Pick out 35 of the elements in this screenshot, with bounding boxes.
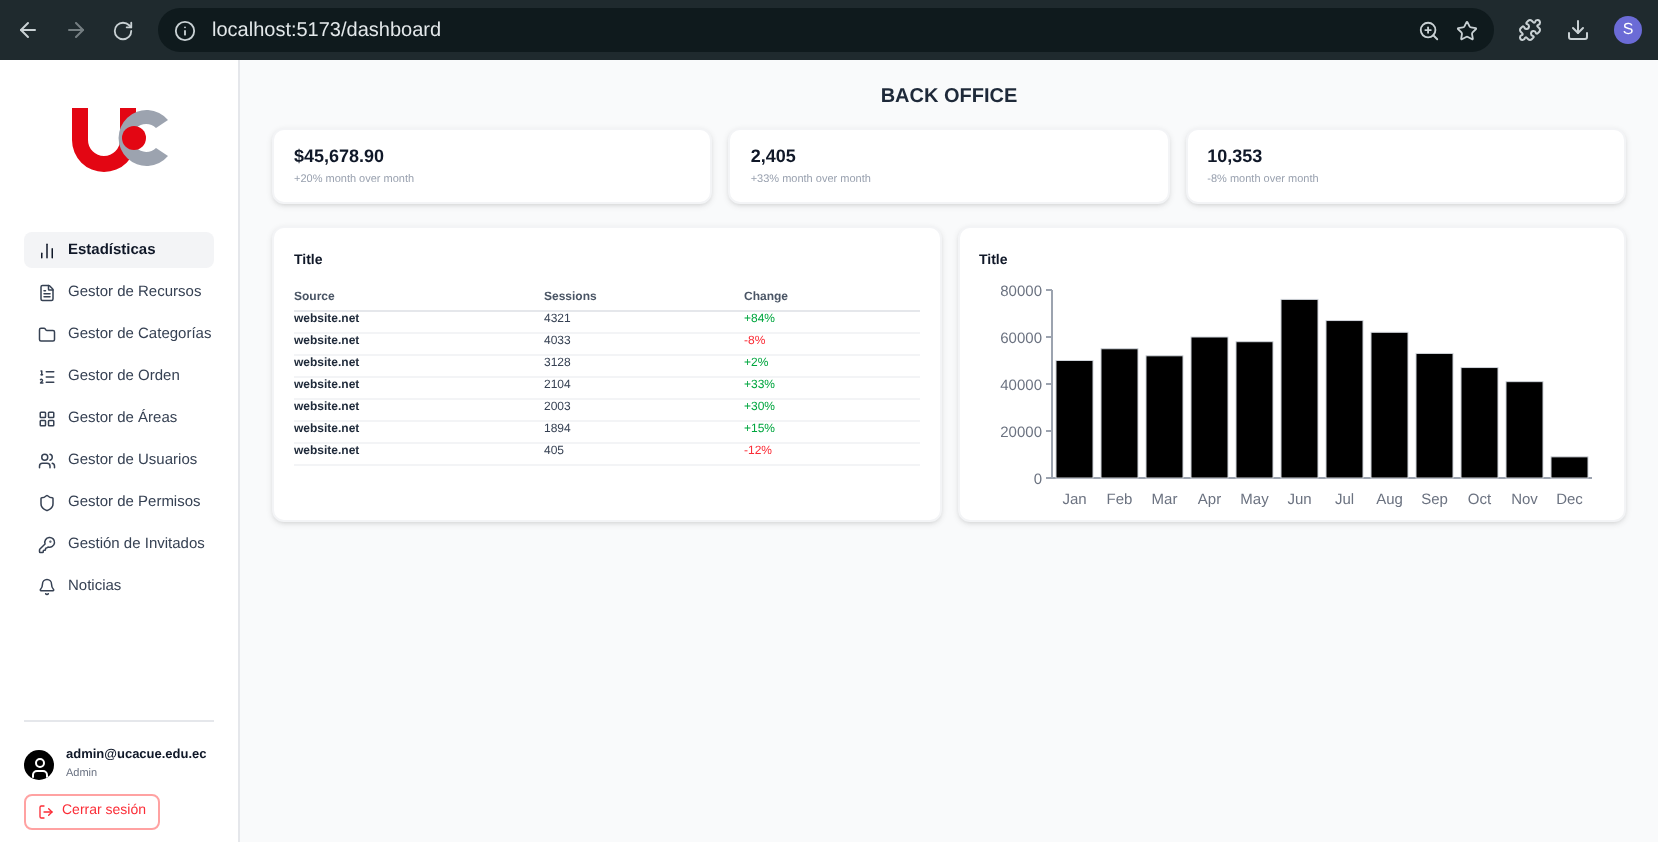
- stat-value: 10,353: [1207, 144, 1265, 171]
- bar: [1414, 351, 1453, 478]
- bar: [1144, 354, 1183, 478]
- logout-icon: [38, 804, 54, 820]
- download-icon[interactable]: [1566, 18, 1590, 42]
- page-title: BACK OFFICE: [878, 84, 1020, 112]
- bar: [1234, 340, 1273, 478]
- grid-icon: [38, 409, 56, 427]
- back-icon[interactable]: [16, 18, 40, 42]
- profile-avatar[interactable]: S: [1614, 16, 1642, 44]
- users-icon: [38, 451, 56, 469]
- stat-value: 2,405: [750, 144, 798, 171]
- bar: [1459, 366, 1498, 478]
- document-icon: [38, 283, 56, 301]
- bookmark-icon[interactable]: [1456, 19, 1478, 41]
- list-icon: [38, 367, 56, 385]
- bar: [1504, 380, 1543, 478]
- url-text: localhost:5173/dashboard: [212, 17, 442, 45]
- bar: [1054, 359, 1093, 478]
- site-info-icon[interactable]: [174, 19, 196, 41]
- extensions-icon[interactable]: [1518, 18, 1542, 42]
- stat-value: $45,678.90: [294, 144, 387, 171]
- folder-icon: [38, 325, 56, 343]
- address-bar[interactable]: localhost:5173/dashboard: [158, 8, 1494, 52]
- bar: [1549, 455, 1588, 478]
- bar: [1099, 347, 1138, 478]
- bar-chart-icon: [38, 241, 56, 259]
- bell-icon: [38, 577, 56, 595]
- reload-icon[interactable]: [112, 19, 134, 41]
- key-icon: [38, 535, 56, 553]
- shield-icon: [38, 493, 56, 511]
- university-logo: [67, 104, 171, 172]
- zoom-icon[interactable]: [1418, 19, 1440, 41]
- user-avatar: [24, 749, 54, 779]
- bar: [1189, 335, 1228, 478]
